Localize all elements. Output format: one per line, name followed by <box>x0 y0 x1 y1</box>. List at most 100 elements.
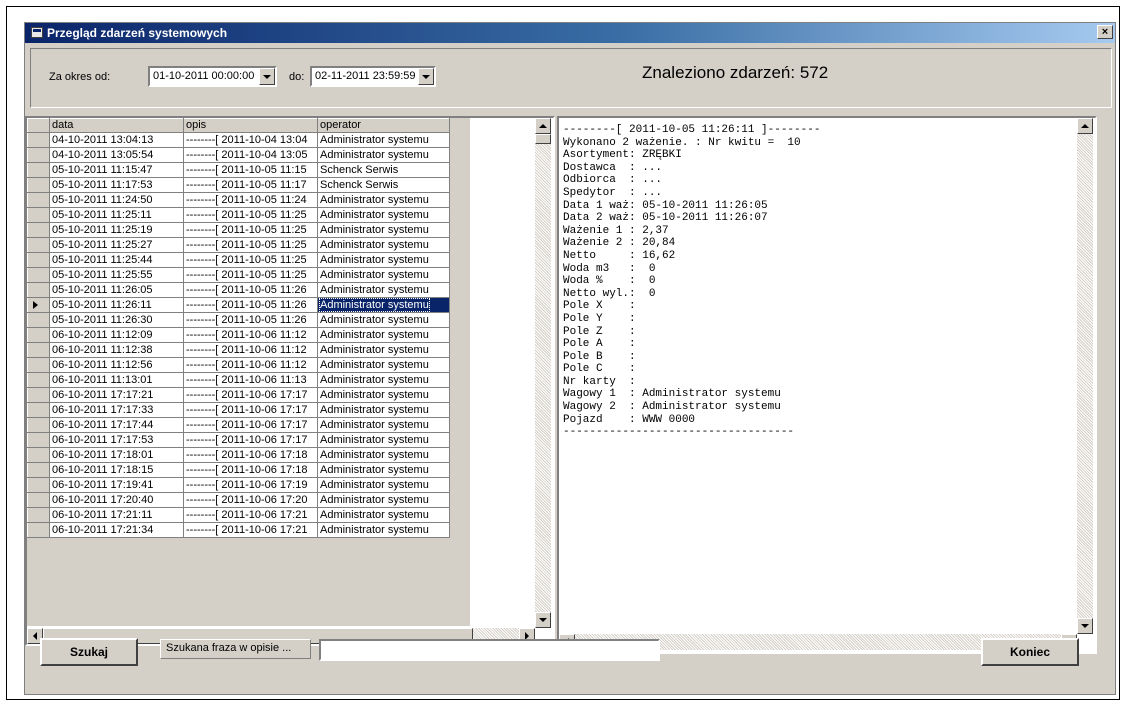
cell-data[interactable]: 06-10-2011 17:18:01 <box>49 447 184 463</box>
cell-data[interactable]: 06-10-2011 17:17:21 <box>49 387 184 403</box>
cell-operator[interactable]: Administrator systemu <box>317 417 450 433</box>
table-row[interactable]: 06-10-2011 17:17:53 --------[ 2011-10-06 … <box>27 432 450 448</box>
row-header[interactable] <box>27 477 50 493</box>
close-button[interactable]: × <box>1097 25 1113 39</box>
cell-operator[interactable]: Administrator systemu <box>317 342 450 358</box>
scroll-up-icon[interactable] <box>535 118 551 134</box>
table-row[interactable]: 06-10-2011 17:21:11 --------[ 2011-10-06 … <box>27 507 450 523</box>
row-header[interactable] <box>27 297 50 313</box>
row-header[interactable] <box>27 147 50 163</box>
cell-operator[interactable]: Administrator systemu <box>317 282 450 298</box>
row-header[interactable] <box>27 312 50 328</box>
cell-opis[interactable]: --------[ 2011-10-06 11:12 <box>183 357 318 373</box>
cell-operator[interactable]: Administrator systemu <box>317 297 450 313</box>
table-row[interactable]: 06-10-2011 17:19:41 --------[ 2011-10-06 … <box>27 477 450 493</box>
cell-data[interactable]: 05-10-2011 11:26:05 <box>49 282 184 298</box>
cell-operator[interactable]: Administrator systemu <box>317 147 450 163</box>
cell-opis[interactable]: --------[ 2011-10-05 11:25 <box>183 267 318 283</box>
cell-opis[interactable]: --------[ 2011-10-06 17:17 <box>183 432 318 448</box>
table-row[interactable]: 06-10-2011 17:18:01 --------[ 2011-10-06 … <box>27 447 450 463</box>
cell-opis[interactable]: --------[ 2011-10-06 11:12 <box>183 327 318 343</box>
table-row[interactable]: 05-10-2011 11:25:55 --------[ 2011-10-05 … <box>27 267 450 283</box>
row-header[interactable] <box>27 282 50 298</box>
cell-data[interactable]: 06-10-2011 17:19:41 <box>49 477 184 493</box>
table-row[interactable]: 06-10-2011 17:21:34 --------[ 2011-10-06 … <box>27 522 450 538</box>
row-header[interactable] <box>27 432 50 448</box>
row-header[interactable] <box>27 522 50 538</box>
table-row[interactable]: 06-10-2011 17:17:33 --------[ 2011-10-06 … <box>27 402 450 418</box>
cell-operator[interactable]: Administrator systemu <box>317 192 450 208</box>
cell-operator[interactable]: Administrator systemu <box>317 267 450 283</box>
event-detail-box[interactable]: --------[ 2011-10-05 11:26:11 ]-------- W… <box>557 116 1097 654</box>
table-row[interactable]: 06-10-2011 11:12:56 --------[ 2011-10-06 … <box>27 357 450 373</box>
table-row[interactable]: 05-10-2011 11:15:47 --------[ 2011-10-05 … <box>27 162 450 178</box>
row-header[interactable] <box>27 132 50 148</box>
cell-data[interactable]: 06-10-2011 17:17:33 <box>49 402 184 418</box>
row-header[interactable] <box>27 507 50 523</box>
row-header[interactable] <box>27 252 50 268</box>
row-header[interactable] <box>27 372 50 388</box>
row-header[interactable] <box>27 387 50 403</box>
column-header-operator[interactable]: operator <box>317 118 450 133</box>
table-row[interactable]: 06-10-2011 11:12:09 --------[ 2011-10-06 … <box>27 327 450 343</box>
cell-operator[interactable]: Administrator systemu <box>317 507 450 523</box>
search-button[interactable]: Szukaj <box>40 638 138 666</box>
scroll-up-icon[interactable] <box>1077 118 1093 134</box>
table-row[interactable]: 06-10-2011 17:18:15 --------[ 2011-10-06 … <box>27 462 450 478</box>
cell-data[interactable]: 05-10-2011 11:17:53 <box>49 177 184 193</box>
detail-vertical-scrollbar[interactable] <box>1077 118 1093 634</box>
table-row[interactable]: 05-10-2011 11:26:11 --------[ 2011-10-05 … <box>27 297 450 313</box>
row-header[interactable] <box>27 162 50 178</box>
scroll-thumb[interactable] <box>535 134 551 144</box>
table-row[interactable]: 05-10-2011 11:25:44 --------[ 2011-10-05 … <box>27 252 450 268</box>
cell-opis[interactable]: --------[ 2011-10-05 11:15 <box>183 162 318 178</box>
row-header[interactable] <box>27 222 50 238</box>
cell-operator[interactable]: Administrator systemu <box>317 252 450 268</box>
cell-opis[interactable]: --------[ 2011-10-05 11:26 <box>183 297 318 313</box>
end-button[interactable]: Koniec <box>981 638 1079 666</box>
cell-operator[interactable]: Administrator systemu <box>317 387 450 403</box>
cell-opis[interactable]: --------[ 2011-10-05 11:25 <box>183 207 318 223</box>
table-row[interactable]: 05-10-2011 11:25:11 --------[ 2011-10-05 … <box>27 207 450 223</box>
row-header[interactable] <box>27 402 50 418</box>
cell-data[interactable]: 04-10-2011 13:04:13 <box>49 132 184 148</box>
grid-vertical-scrollbar[interactable] <box>535 118 551 628</box>
cell-data[interactable]: 06-10-2011 17:17:53 <box>49 432 184 448</box>
cell-data[interactable]: 06-10-2011 17:20:40 <box>49 492 184 508</box>
table-row[interactable]: 06-10-2011 11:13:01 --------[ 2011-10-06 … <box>27 372 450 388</box>
cell-opis[interactable]: --------[ 2011-10-06 11:12 <box>183 342 318 358</box>
row-header[interactable] <box>27 342 50 358</box>
cell-data[interactable]: 06-10-2011 11:12:09 <box>49 327 184 343</box>
table-row[interactable]: 06-10-2011 17:17:44 --------[ 2011-10-06 … <box>27 417 450 433</box>
cell-opis[interactable]: --------[ 2011-10-06 17:21 <box>183 507 318 523</box>
cell-opis[interactable]: --------[ 2011-10-05 11:25 <box>183 222 318 238</box>
cell-opis[interactable]: --------[ 2011-10-05 11:17 <box>183 177 318 193</box>
row-header[interactable] <box>27 327 50 343</box>
to-date-combo[interactable]: 02-11-2011 23:59:59 <box>310 66 436 87</box>
cell-data[interactable]: 06-10-2011 11:12:38 <box>49 342 184 358</box>
cell-data[interactable]: 05-10-2011 11:25:44 <box>49 252 184 268</box>
cell-data[interactable]: 05-10-2011 11:25:55 <box>49 267 184 283</box>
cell-opis[interactable]: --------[ 2011-10-04 13:05 <box>183 147 318 163</box>
table-row[interactable]: 04-10-2011 13:04:13 --------[ 2011-10-04 … <box>27 132 450 148</box>
cell-operator[interactable]: Schenck Serwis <box>317 162 450 178</box>
cell-opis[interactable]: --------[ 2011-10-05 11:25 <box>183 237 318 253</box>
row-header[interactable] <box>27 192 50 208</box>
cell-operator[interactable]: Administrator systemu <box>317 357 450 373</box>
cell-opis[interactable]: --------[ 2011-10-06 17:18 <box>183 447 318 463</box>
cell-opis[interactable]: --------[ 2011-10-06 17:17 <box>183 387 318 403</box>
cell-data[interactable]: 06-10-2011 11:12:56 <box>49 357 184 373</box>
cell-data[interactable]: 06-10-2011 11:13:01 <box>49 372 184 388</box>
row-header[interactable] <box>27 207 50 223</box>
table-row[interactable]: 05-10-2011 11:25:19 --------[ 2011-10-05 … <box>27 222 450 238</box>
cell-opis[interactable]: --------[ 2011-10-06 17:17 <box>183 402 318 418</box>
cell-opis[interactable]: --------[ 2011-10-06 17:18 <box>183 462 318 478</box>
row-header[interactable] <box>27 267 50 283</box>
column-header-opis[interactable]: opis <box>183 118 318 133</box>
chevron-down-icon[interactable] <box>418 68 434 85</box>
cell-operator[interactable]: Administrator systemu <box>317 237 450 253</box>
table-row[interactable]: 04-10-2011 13:05:54 --------[ 2011-10-04 … <box>27 147 450 163</box>
cell-opis[interactable]: --------[ 2011-10-05 11:25 <box>183 252 318 268</box>
table-row[interactable]: 05-10-2011 11:25:27 --------[ 2011-10-05 … <box>27 237 450 253</box>
cell-operator[interactable]: Administrator systemu <box>317 432 450 448</box>
